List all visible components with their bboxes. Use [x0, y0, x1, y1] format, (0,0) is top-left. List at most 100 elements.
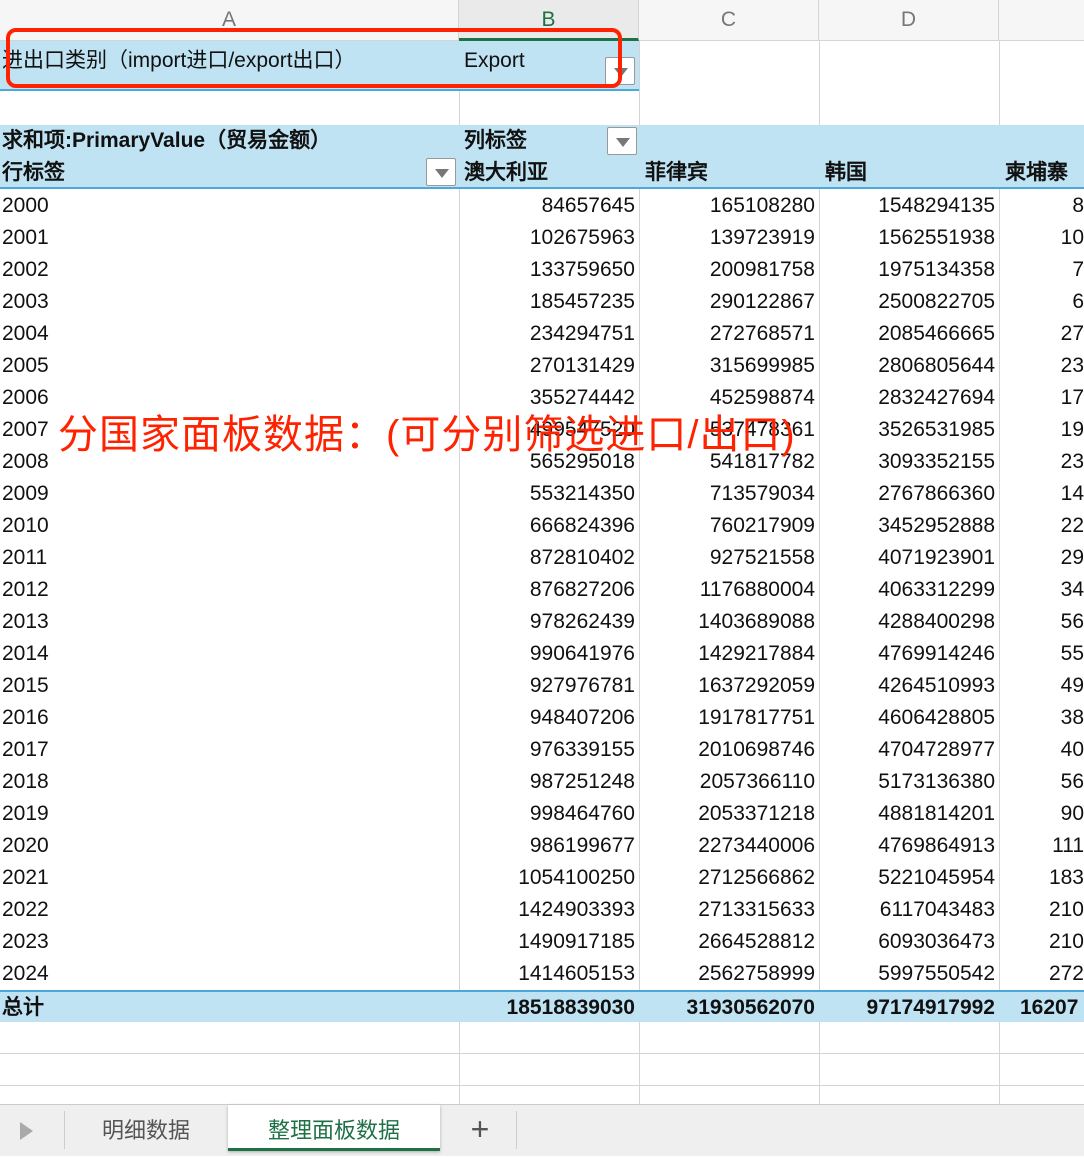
value-cell: 3093352155: [878, 450, 995, 473]
value-cell: 1975134358: [878, 258, 995, 281]
value-cell: 4606428805: [878, 706, 995, 729]
row-year: 2006: [2, 386, 49, 409]
value-cell: 14: [1060, 482, 1084, 505]
pivot-data-row: 2018 987251248 2057366110 5173136380 56: [0, 766, 1084, 798]
value-cell: 56: [1060, 610, 1084, 633]
value-cell: 7: [1072, 258, 1084, 281]
pivot-data-row: 2020 986199677 2273440006 4769864913 111: [0, 830, 1084, 862]
pivot-data-row: 2011 872810402 927521558 4071923901 29: [0, 542, 1084, 574]
value-cell: 5997550542: [878, 962, 995, 985]
row-year: 2017: [2, 738, 49, 761]
value-cell: 990641976: [529, 642, 635, 665]
value-cell: 2273440006: [698, 834, 815, 857]
value-cell: 19: [1060, 418, 1084, 441]
column-labels-dropdown-icon[interactable]: [607, 127, 637, 155]
sheet-tab-panel[interactable]: 整理面板数据: [228, 1105, 440, 1151]
pivot-data-row: 2015 927976781 1637292059 4264510993 49: [0, 670, 1084, 702]
value-cell: 2806805644: [878, 354, 995, 377]
value-cell: 27: [1060, 322, 1084, 345]
value-cell: 210: [1048, 898, 1084, 921]
value-cell: 1054100250: [518, 866, 635, 889]
value-cell: 978262439: [529, 610, 635, 633]
country-header: 菲律宾: [645, 161, 708, 184]
value-cell: 713579034: [709, 482, 815, 505]
value-cell: 133759650: [529, 258, 635, 281]
row-year: 2009: [2, 482, 49, 505]
value-cell: 2664528812: [698, 930, 815, 953]
value-cell: 2053371218: [698, 802, 815, 825]
value-cell: 666824396: [529, 514, 635, 537]
value-cell: 4769914246: [878, 642, 995, 665]
pivot-data-row: 2021 1054100250 2712566862 5221045954 183: [0, 862, 1084, 894]
pivot-data-row: 2017 976339155 2010698746 4704728977 40: [0, 734, 1084, 766]
pivot-data-row: 2010 666824396 760217909 3452952888 22: [0, 510, 1084, 542]
column-header-e[interactable]: [999, 0, 1084, 41]
pivot-header: 求和项:PrimaryValue（贸易金额） 列标签 行标签 澳大利亚 菲律宾 …: [0, 125, 1084, 189]
row-year: 2001: [2, 226, 49, 249]
row-year: 2005: [2, 354, 49, 377]
scroll-tabs-icon[interactable]: [20, 1122, 33, 1140]
row-labels-dropdown-icon[interactable]: [426, 158, 456, 186]
sheet-grid[interactable]: 进出口类别（import进口/export出口） Export 求和项:Prim…: [0, 41, 1084, 1104]
value-cell: 2057366110: [699, 770, 815, 793]
value-cell: 948407206: [529, 706, 635, 729]
row-year: 2007: [2, 418, 49, 441]
value-cell: 34: [1060, 578, 1084, 601]
value-cell: 38: [1060, 706, 1084, 729]
row-year: 2004: [2, 322, 49, 345]
value-cell: 1176880004: [699, 578, 815, 601]
value-cell: 210: [1048, 930, 1084, 953]
value-cell: 4769864913: [878, 834, 995, 857]
value-cell: 927976781: [529, 674, 635, 697]
value-cell: 56: [1060, 770, 1084, 793]
value-cell: 6: [1072, 290, 1084, 313]
sheet-tab-detail[interactable]: 明细数据: [66, 1105, 226, 1151]
sheet-tab-bar: 明细数据 整理面板数据 +: [0, 1104, 1084, 1156]
value-cell: 6093036473: [878, 930, 995, 953]
value-cell: 998464760: [529, 802, 635, 825]
value-cell: 5173136380: [878, 770, 995, 793]
value-cell: 1424903393: [518, 898, 635, 921]
value-cell: 165108280: [709, 194, 815, 217]
column-header-c[interactable]: C: [639, 0, 819, 41]
value-cell: 927521558: [709, 546, 815, 569]
value-cell: 1403689088: [698, 610, 815, 633]
pivot-data-row: 2005 270131429 315699985 2806805644 23: [0, 350, 1084, 382]
pivot-data-row: 2012 876827206 1176880004 4063312299 34: [0, 574, 1084, 606]
value-cell: 1414605153: [518, 962, 635, 985]
row-year: 2018: [2, 770, 49, 793]
total-value: 97174917992: [866, 996, 995, 1019]
value-cell: 1429217884: [698, 642, 815, 665]
value-cell: 976339155: [529, 738, 635, 761]
value-cell: 29: [1060, 546, 1084, 569]
country-header: 柬埔寨: [1005, 161, 1068, 184]
value-cell: 49: [1060, 674, 1084, 697]
row-labels-header: 行标签: [2, 161, 65, 184]
value-cell: 872810402: [529, 546, 635, 569]
pivot-data-row: 2000 84657645 165108280 1548294135 8: [0, 190, 1084, 222]
value-cell: 234294751: [529, 322, 635, 345]
total-value: 16207: [1020, 996, 1079, 1019]
row-year: 2024: [2, 962, 49, 985]
pivot-total-row: 总计 18518839030 31930562070 97174917992 1…: [0, 990, 1084, 1022]
value-cell: 4881814201: [878, 802, 995, 825]
row-year: 2021: [2, 866, 49, 889]
row-year: 2015: [2, 674, 49, 697]
value-cell: 760217909: [709, 514, 815, 537]
column-header-d[interactable]: D: [819, 0, 999, 41]
value-cell: 23: [1060, 354, 1084, 377]
country-header: 韩国: [825, 161, 867, 184]
value-cell: 2767866360: [878, 482, 995, 505]
value-cell: 1562551938: [878, 226, 995, 249]
column-labels-header: 列标签: [464, 129, 527, 152]
value-cell: 4063312299: [878, 578, 995, 601]
value-cell: 17: [1060, 386, 1084, 409]
value-cell: 90: [1060, 802, 1084, 825]
value-cell: 5221045954: [878, 866, 995, 889]
value-cell: 2085466665: [878, 322, 995, 345]
value-field-label: 求和项:PrimaryValue（贸易金额）: [2, 129, 332, 152]
highlight-box: [6, 28, 622, 88]
add-sheet-button[interactable]: +: [452, 1105, 508, 1151]
value-cell: 4264510993: [878, 674, 995, 697]
value-cell: 1490917185: [518, 930, 635, 953]
